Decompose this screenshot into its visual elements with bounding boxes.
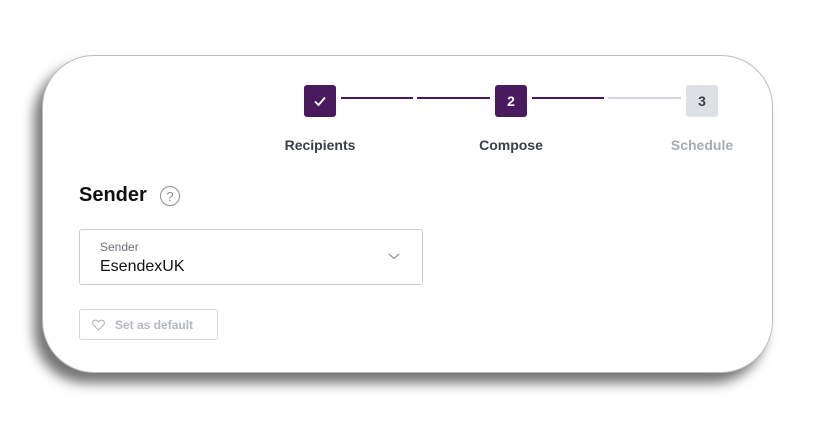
step-recipients-label[interactable]: Recipients xyxy=(260,137,380,153)
step-connector xyxy=(341,97,413,99)
step-compose-indicator[interactable]: 2 xyxy=(495,85,527,117)
sender-select-value: EsendexUK xyxy=(100,258,185,275)
set-as-default-button[interactable]: Set as default xyxy=(79,309,218,340)
set-as-default-label: Set as default xyxy=(115,317,194,332)
step-schedule-label[interactable]: Schedule xyxy=(642,137,762,153)
step-schedule-indicator[interactable]: 3 xyxy=(686,85,718,117)
sender-section-title: Sender xyxy=(79,184,147,206)
heart-icon xyxy=(92,319,105,331)
step-connector xyxy=(532,97,604,99)
step-connector xyxy=(608,97,681,99)
help-icon[interactable]: ? xyxy=(160,186,180,206)
step-recipients-indicator[interactable] xyxy=(304,85,336,117)
check-icon xyxy=(314,96,326,107)
sender-select[interactable]: Sender EsendexUK xyxy=(79,229,423,285)
sender-select-label: Sender xyxy=(100,240,139,254)
step-compose-label[interactable]: Compose xyxy=(451,137,571,153)
step-connector xyxy=(417,97,490,99)
chevron-down-icon xyxy=(388,253,400,260)
